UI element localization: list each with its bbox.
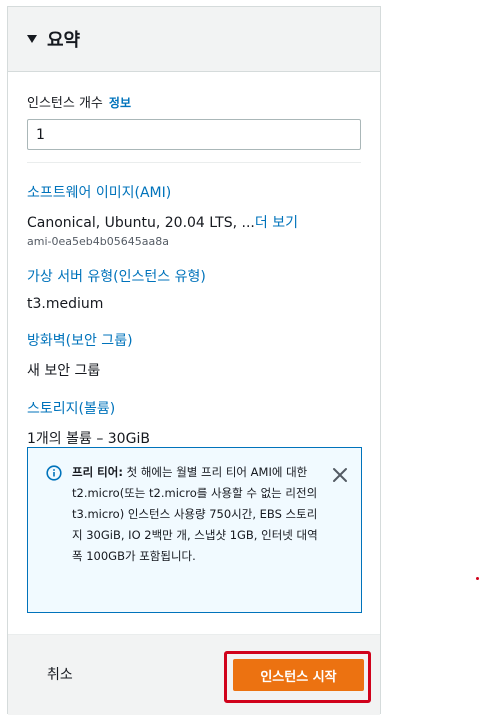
ami-more-link[interactable]: 더 보기 — [255, 215, 298, 231]
summary-title: 요약 — [47, 30, 81, 51]
summary-footer: 취소 인스턴스 시작 — [8, 634, 380, 715]
instance-count-label-row: 인스턴스 개수 정보 — [27, 92, 361, 111]
instance-count-label: 인스턴스 개수 — [27, 96, 103, 111]
instance-type-value: t3.medium — [27, 296, 104, 312]
instance-type-link[interactable]: 가상 서버 유형(인스턴스 유형) — [27, 266, 361, 286]
cancel-button[interactable]: 취소 — [47, 664, 73, 684]
close-icon[interactable] — [331, 466, 349, 484]
firewall-link[interactable]: 방화벽(보안 그룹) — [27, 330, 361, 350]
free-tier-alert-body: 첫 해에는 월별 프리 티어 AMI에 대한 t2.micro(또는 t2.mi… — [72, 465, 318, 563]
ami-value: Canonical, Ubuntu, 20.04 LTS, ... — [27, 215, 255, 231]
storage-value: 1개의 볼륨 – 30GiB — [27, 431, 150, 447]
divider — [27, 162, 361, 163]
instance-count-input[interactable] — [27, 119, 361, 150]
caret-down-icon[interactable] — [27, 35, 37, 43]
free-tier-alert-title: 프리 티어: — [72, 465, 123, 479]
summary-header[interactable]: 요약 — [8, 7, 380, 72]
ami-id: ami-0ea5eb4b05645aa8a — [27, 235, 169, 248]
storage-link[interactable]: 스토리지(볼륨) — [27, 398, 361, 418]
summary-panel: 요약 인스턴스 개수 정보 소프트웨어 이미지(AMI) Canonical, … — [7, 6, 381, 715]
instance-count-info-link[interactable]: 정보 — [109, 94, 131, 111]
launch-instance-button[interactable]: 인스턴스 시작 — [233, 659, 364, 691]
ami-value-row: Canonical, Ubuntu, 20.04 LTS, ...더 보기 — [27, 212, 361, 232]
ami-link[interactable]: 소프트웨어 이미지(AMI) — [27, 182, 361, 202]
firewall-value: 새 보안 그룹 — [27, 363, 101, 379]
free-tier-alert-text: 프리 티어: 첫 해에는 월별 프리 티어 AMI에 대한 t2.micro(또… — [72, 462, 331, 612]
free-tier-alert: 프리 티어: 첫 해에는 월별 프리 티어 AMI에 대한 t2.micro(또… — [27, 447, 362, 613]
annotation-dot — [476, 577, 479, 580]
info-icon — [46, 465, 62, 481]
